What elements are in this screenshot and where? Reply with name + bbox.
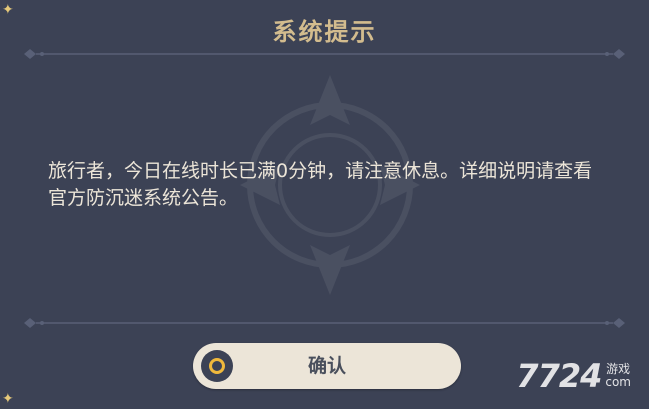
dialog-message: 旅行者，今日在线时长已满0分钟，请注意休息。详细说明请查看官方防沉迷系统公告。	[48, 160, 593, 209]
watermark-text-line2: com	[605, 375, 631, 389]
watermark-text: 游戏 com	[605, 363, 631, 389]
ornamental-divider-icon	[24, 49, 625, 59]
site-watermark: 7724 游戏 com	[516, 357, 631, 395]
confirm-button[interactable]: 确认	[193, 343, 461, 389]
system-prompt-dialog: ✦ ✦ 系统提示 旅行者，今日在线时长已满0分钟，请注意休息。详细说明请查看官方…	[0, 0, 649, 409]
watermark-number: 7724	[516, 357, 602, 395]
watermark-text-line1: 游戏	[606, 362, 631, 376]
dialog-title: 系统提示	[272, 18, 377, 46]
confirm-label: 确认	[307, 355, 346, 377]
corner-star-icon: ✦	[2, 391, 14, 407]
ornamental-divider-icon	[24, 318, 625, 328]
